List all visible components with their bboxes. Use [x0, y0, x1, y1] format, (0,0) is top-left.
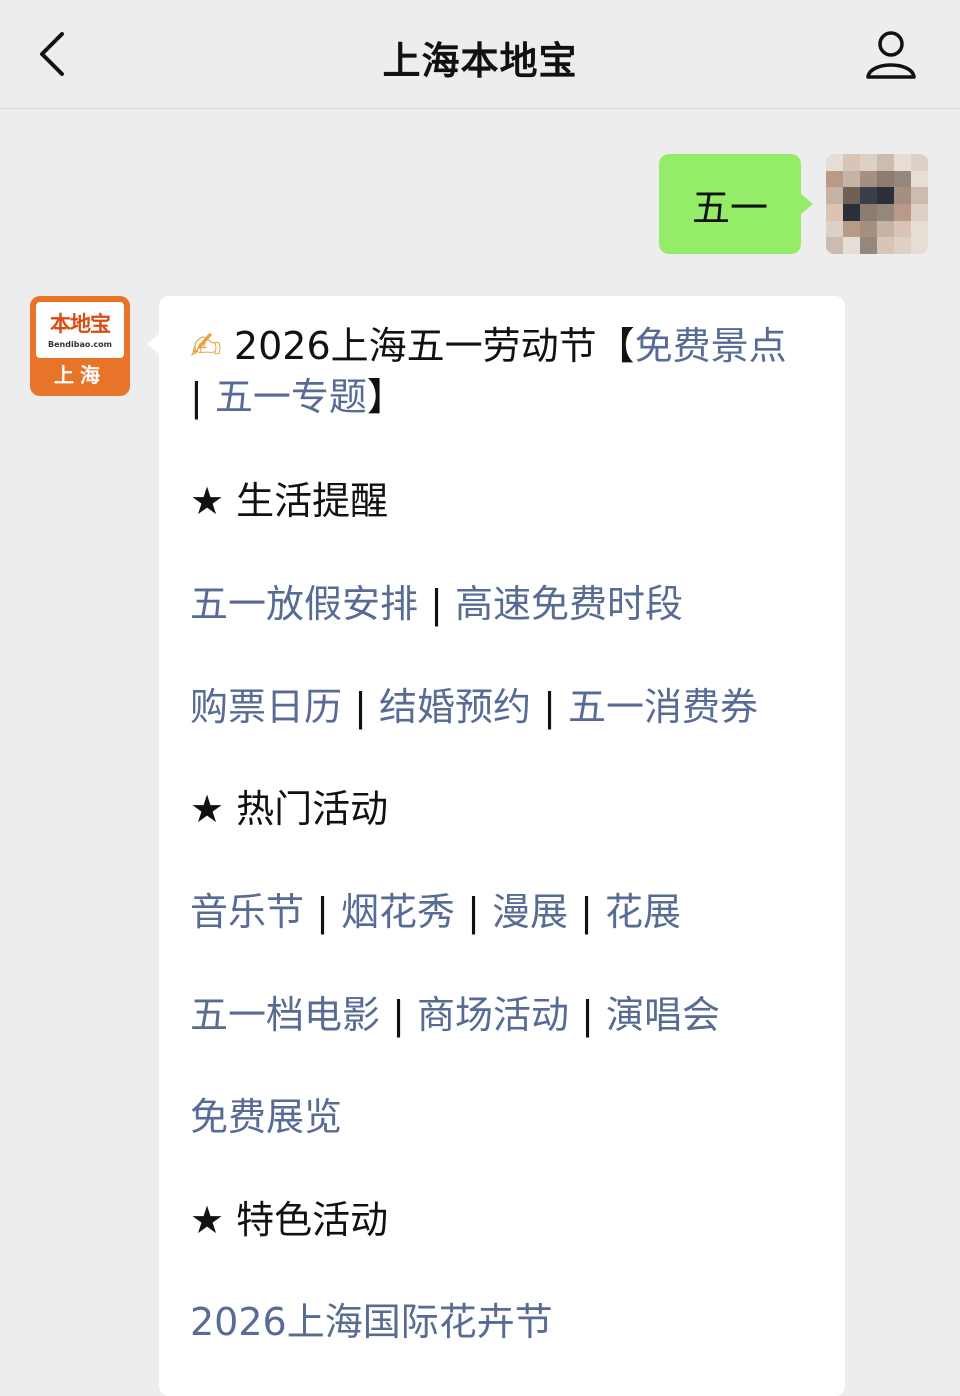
chat-title: 上海本地宝 — [382, 39, 578, 83]
outgoing-message-text: 五一 — [691, 185, 768, 230]
separator: | — [380, 993, 417, 1037]
avatar-pixel — [860, 237, 877, 254]
bot-avatar[interactable]: 本地宝 Bendibao.com 上海 — [30, 296, 130, 396]
avatar-pixel — [894, 220, 911, 238]
section-heading-text: 特色活动 — [224, 1198, 389, 1242]
section-heading-hot-events: ★ 热门活动 — [190, 784, 810, 835]
avatar-pixel — [843, 220, 860, 238]
free-exhibitions-link[interactable]: 免费展览 — [190, 1095, 342, 1139]
holiday-movies-link[interactable]: 五一档电影 — [190, 993, 380, 1037]
avatar-pixel — [894, 170, 911, 188]
concerts-link[interactable]: 演唱会 — [606, 993, 720, 1037]
avatar-pixel — [877, 203, 894, 221]
avatar-pixel — [877, 220, 894, 238]
avatar-pixel — [826, 220, 843, 238]
link-row: 购票日历 | 结婚预约 | 五一消费券 — [190, 682, 810, 733]
bot-logo: 本地宝 Bendibao.com — [36, 302, 124, 358]
avatar-pixel — [877, 154, 894, 171]
avatar-pixel — [894, 187, 911, 204]
link-row: 五一放假安排 | 高速免费时段 — [190, 579, 810, 630]
separator: | — [531, 685, 568, 729]
comic-expo-link[interactable]: 漫展 — [492, 890, 568, 934]
avatar-pixel — [860, 170, 877, 188]
section-heading-text: 生活提醒 — [224, 479, 389, 523]
avatar-pixel — [826, 187, 843, 204]
separator: | — [418, 582, 455, 626]
highway-free-period-link[interactable]: 高速免费时段 — [455, 582, 683, 626]
avatar-pixel — [911, 220, 928, 238]
avatar-pixel — [860, 187, 877, 204]
avatar-pixel — [860, 154, 877, 171]
person-icon — [866, 31, 916, 79]
top-bar: 上海本地宝 — [0, 0, 960, 109]
holiday-schedule-link[interactable]: 五一放假安排 — [190, 582, 418, 626]
star-icon: ★ — [190, 1198, 225, 1242]
bot-logo-cn: 本地宝 — [50, 311, 111, 336]
avatar-pixel — [877, 237, 894, 254]
link-row: 2026上海国际花卉节 — [190, 1297, 810, 1348]
ticket-calendar-link[interactable]: 购票日历 — [190, 685, 342, 729]
avatar-pixel — [911, 187, 928, 204]
separator: | — [567, 890, 605, 934]
avatar-pixel — [843, 237, 860, 254]
star-icon: ★ — [190, 787, 225, 831]
avatar-pixel — [860, 203, 877, 221]
separator: | — [190, 375, 215, 419]
flower-festival-link[interactable]: 2026上海国际花卉节 — [190, 1300, 553, 1344]
avatar-pixel — [826, 203, 843, 221]
star-icon: ★ — [190, 479, 225, 523]
avatar-pixel — [911, 170, 928, 188]
link-row: 音乐节 | 烟花秀 | 漫展 | 花展 — [190, 887, 810, 938]
avatar-pixel — [860, 220, 877, 238]
marriage-appointment-link[interactable]: 结婚预约 — [379, 685, 531, 729]
incoming-message-bubble: ✍ 2026上海五一劳动节【免费景点 | 五一专题】 ★ 生活提醒 五一放假安排… — [147, 296, 845, 1396]
separator: | — [342, 685, 379, 729]
avatar-pixel — [877, 170, 894, 188]
avatar-pixel — [826, 237, 843, 254]
outgoing-message-bubble[interactable]: 五一 — [659, 154, 813, 254]
separator: | — [569, 993, 606, 1037]
avatar-pixel — [843, 203, 860, 221]
profile-button[interactable] — [862, 28, 920, 80]
avatar-pixel — [843, 154, 860, 171]
headline-text: 2026上海五一劳动节【 — [221, 324, 635, 368]
avatar-pixel — [894, 203, 911, 221]
section-heading-featured-events: ★ 特色活动 — [190, 1195, 810, 1246]
avatar-pixel — [843, 170, 860, 188]
consumption-voucher-link[interactable]: 五一消费券 — [568, 685, 758, 729]
avatar-pixel — [911, 203, 928, 221]
may-day-topic-link[interactable]: 五一专题 — [215, 375, 367, 419]
user-avatar[interactable] — [826, 154, 928, 254]
section-heading-life-reminder: ★ 生活提醒 — [190, 476, 810, 527]
link-row: 五一档电影 | 商场活动 | 演唱会 — [190, 990, 810, 1041]
free-attractions-link[interactable]: 免费景点 — [635, 324, 787, 368]
bot-logo-city: 上海 — [54, 363, 106, 387]
headline: ✍ 2026上海五一劳动节【免费景点 | 五一专题】 — [190, 321, 810, 423]
avatar-pixel — [826, 170, 843, 188]
bot-logo-en: Bendibao.com — [48, 340, 112, 349]
separator: | — [304, 890, 341, 934]
headline-end: 】 — [366, 375, 405, 419]
music-festival-link[interactable]: 音乐节 — [190, 890, 304, 934]
fireworks-link[interactable]: 烟花秀 — [341, 890, 455, 934]
avatar-pixel — [826, 154, 843, 171]
avatar-pixel — [894, 237, 911, 254]
avatar-pixel — [894, 154, 911, 171]
link-row: 免费展览 — [190, 1092, 810, 1143]
flower-show-link[interactable]: 花展 — [605, 890, 681, 934]
avatar-pixel — [911, 237, 928, 254]
mall-events-link[interactable]: 商场活动 — [417, 993, 569, 1037]
avatar-pixel — [877, 187, 894, 204]
avatar-pixel — [843, 187, 860, 204]
avatar-pixel — [911, 154, 928, 171]
writing-hand-emoji: ✍ — [190, 324, 222, 368]
section-heading-text: 热门活动 — [224, 787, 389, 831]
separator: | — [455, 890, 492, 934]
